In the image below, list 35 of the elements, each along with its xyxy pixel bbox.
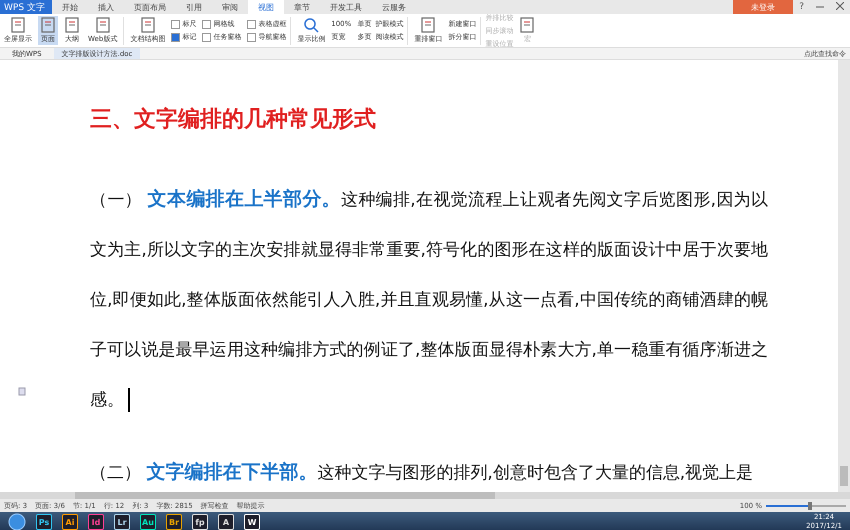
body-paragraph: （一） 文本编排在上半部分。这种编排,在视觉流程上让观者先阅文字后览图形,因为以文为主,所以文字的主次安排就显得非常重要,符号化的图形在这样的版面设计中居于次要地位,即便如此,整体版面依然能引人入胜,并且直观易懂,从这一点看,中国传统的商铺酒肆的幌子可以说是最早运用这种编排方式的例证了,整体版面显得朴素大方,单一稳重有循序渐进之感。 bbox=[90, 174, 768, 425]
menu-tab[interactable]: 视图 bbox=[248, 0, 284, 14]
paragraph-icon bbox=[18, 387, 27, 396]
page-icon bbox=[10, 17, 26, 33]
taskbar-app[interactable]: Au bbox=[140, 514, 156, 530]
menu-tab[interactable]: 开始 bbox=[52, 0, 88, 14]
taskbar-app[interactable]: Lr bbox=[114, 514, 130, 530]
taskbar-app[interactable]: Ai bbox=[62, 514, 78, 530]
page-icon bbox=[64, 17, 80, 33]
help-button[interactable]: ? bbox=[793, 0, 810, 14]
menu-tab[interactable]: 章节 bbox=[284, 0, 320, 14]
taskbar-app[interactable]: A bbox=[218, 514, 234, 530]
taskbar-app[interactable]: W bbox=[244, 514, 260, 530]
menu-tab[interactable]: 引用 bbox=[176, 0, 212, 14]
magnifier-icon bbox=[303, 17, 320, 33]
taskbar-app[interactable]: fp bbox=[192, 514, 208, 530]
taskbar-app[interactable]: Ps bbox=[36, 514, 52, 530]
scrollbar-thumb[interactable] bbox=[840, 466, 848, 486]
zoom-slider-thumb[interactable] bbox=[808, 502, 812, 510]
close-icon bbox=[836, 2, 844, 10]
start-orb-icon[interactable] bbox=[8, 513, 26, 530]
menu-tab[interactable]: 开发工具 bbox=[320, 0, 372, 14]
app-menu-button[interactable]: WPS 文字 bbox=[0, 0, 52, 14]
horizontal-scrollbar-thumb[interactable] bbox=[75, 492, 495, 499]
section-heading: 三、文字编排的几种常见形式 bbox=[90, 106, 377, 134]
menu-tab[interactable]: 插入 bbox=[88, 0, 124, 14]
page-icon bbox=[94, 17, 111, 33]
menu-tab[interactable]: 云服务 bbox=[372, 0, 416, 14]
menu-tab[interactable]: 页面布局 bbox=[124, 0, 176, 14]
body-paragraph: （二） 文字编排在下半部。这种文字与图形的排列,创意时包含了大量的信息,视觉上是 bbox=[90, 460, 754, 485]
menu-tab[interactable]: 审阅 bbox=[212, 0, 248, 14]
page-icon bbox=[40, 17, 56, 33]
taskbar-app[interactable]: Id bbox=[88, 514, 104, 530]
document-icon bbox=[140, 17, 156, 33]
taskbar-app[interactable]: Br bbox=[166, 514, 182, 530]
